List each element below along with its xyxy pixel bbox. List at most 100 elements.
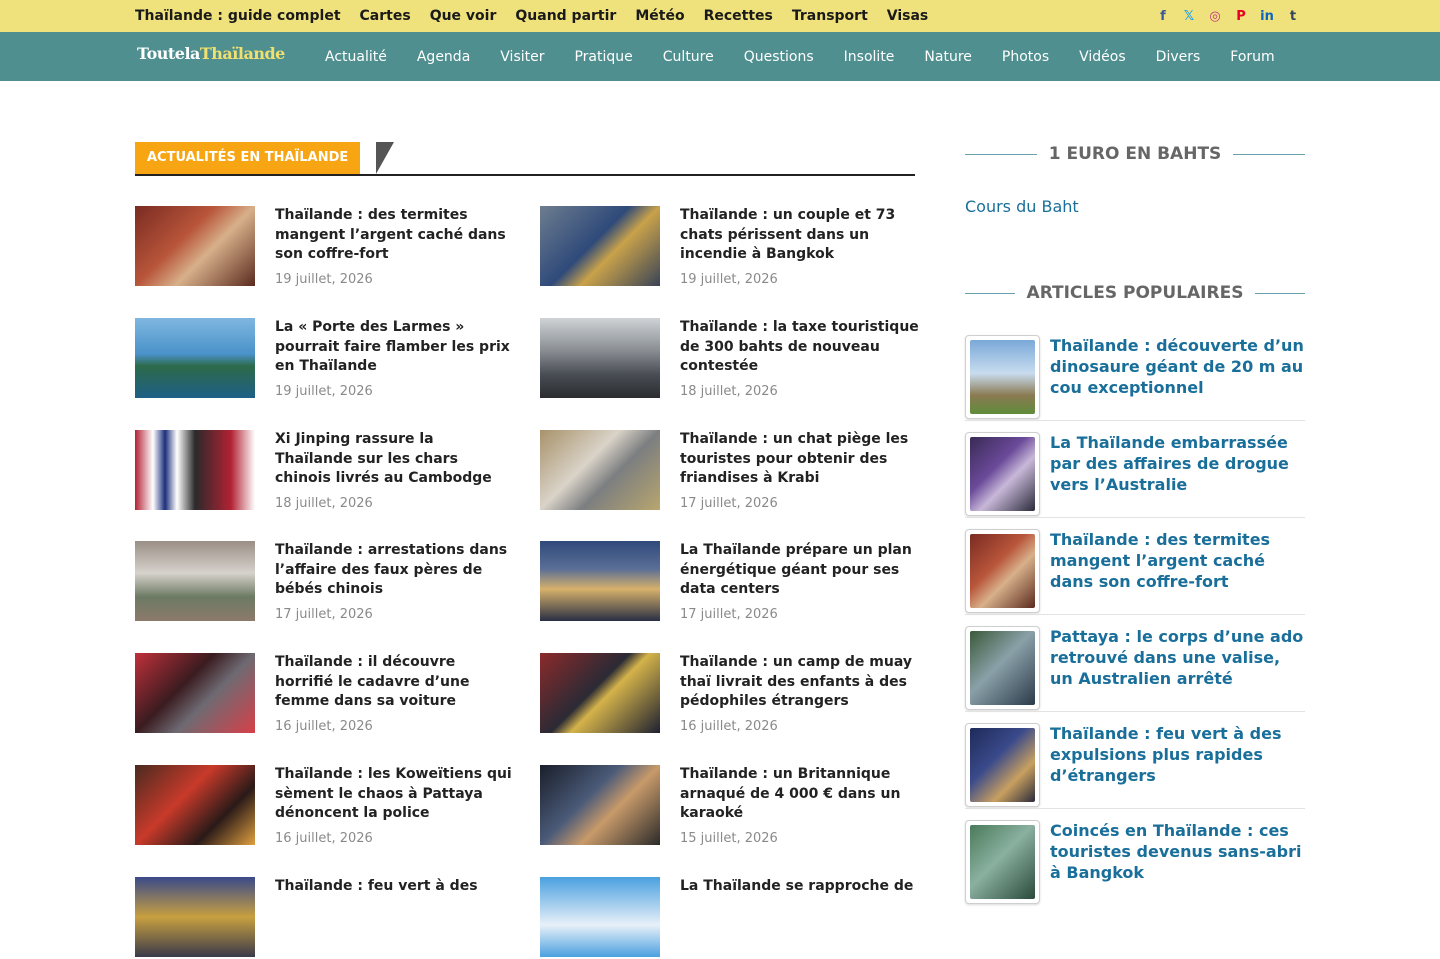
top-link-cartes[interactable]: Cartes bbox=[360, 8, 411, 24]
top-links: Thaïlande : guide complet Cartes Que voi… bbox=[135, 0, 947, 32]
article-thumbnail[interactable] bbox=[540, 206, 660, 286]
article-thumbnail[interactable] bbox=[135, 430, 255, 510]
article-card[interactable]: Thaïlande : arrestations dans l’affaire … bbox=[135, 541, 515, 623]
article-card[interactable]: Thaïlande : la taxe touristique de 300 b… bbox=[540, 318, 920, 400]
article-card[interactable]: Thaïlande : il découvre horrifié le cada… bbox=[135, 653, 515, 735]
article-card[interactable]: Thaïlande : un camp de muay thaï livrait… bbox=[540, 653, 920, 735]
article-date: 16 juillet, 2026 bbox=[275, 831, 373, 846]
article-title[interactable]: La Thaïlande prépare un plan énergétique… bbox=[680, 541, 920, 600]
nav-item-insolite[interactable]: Insolite bbox=[829, 49, 910, 65]
nav-item-videos[interactable]: Vidéos bbox=[1064, 49, 1141, 65]
article-title[interactable]: Thaïlande : la taxe touristique de 300 b… bbox=[680, 318, 920, 377]
popular-item[interactable]: Pattaya : le corps d’une ado retrouvé da… bbox=[965, 626, 1305, 723]
popular-divider bbox=[965, 517, 1305, 518]
popular-title[interactable]: Pattaya : le corps d’une ado retrouvé da… bbox=[1050, 626, 1308, 689]
article-thumbnail[interactable] bbox=[135, 877, 255, 957]
article-card[interactable]: Thaïlande : feu vert à des bbox=[135, 877, 515, 959]
popular-item[interactable]: Thaïlande : des termites mangent l’argen… bbox=[965, 529, 1305, 626]
popular-title[interactable]: Thaïlande : feu vert à des expulsions pl… bbox=[1050, 723, 1308, 786]
popular-title[interactable]: Thaïlande : découverte d’un dinosaure gé… bbox=[1050, 335, 1308, 398]
article-card[interactable]: Thaïlande : un couple et 73 chats périss… bbox=[540, 206, 920, 288]
facebook-icon[interactable]: f bbox=[1150, 9, 1176, 24]
article-thumbnail[interactable] bbox=[540, 541, 660, 621]
top-link-que-voir[interactable]: Que voir bbox=[430, 8, 497, 24]
article-title[interactable]: Xi Jinping rassure la Thaïlande sur les … bbox=[275, 430, 515, 489]
article-title[interactable]: Thaïlande : un Britannique arnaqué de 4 … bbox=[680, 765, 920, 824]
site-logo[interactable]: ToutelaThaïlande bbox=[137, 44, 285, 63]
article-title[interactable]: Thaïlande : feu vert à des bbox=[275, 877, 515, 897]
article-thumbnail[interactable] bbox=[540, 877, 660, 957]
article-thumbnail[interactable] bbox=[135, 541, 255, 621]
article-thumbnail[interactable] bbox=[540, 318, 660, 398]
article-title[interactable]: Thaïlande : les Koweïtiens qui sèment le… bbox=[275, 765, 515, 824]
article-title[interactable]: Thaïlande : un chat piège les touristes … bbox=[680, 430, 920, 489]
article-date: 18 juillet, 2026 bbox=[275, 496, 373, 511]
popular-item[interactable]: La Thaïlande embarrassée par des affaire… bbox=[965, 432, 1305, 529]
nav-item-photos[interactable]: Photos bbox=[987, 49, 1064, 65]
top-link-recettes[interactable]: Recettes bbox=[704, 8, 773, 24]
top-link-transport[interactable]: Transport bbox=[792, 8, 868, 24]
article-thumbnail[interactable] bbox=[135, 765, 255, 845]
article-thumbnail[interactable] bbox=[540, 430, 660, 510]
top-link-guide[interactable]: Thaïlande : guide complet bbox=[135, 8, 341, 24]
nav-item-visiter[interactable]: Visiter bbox=[485, 49, 559, 65]
article-thumbnail[interactable] bbox=[135, 653, 255, 733]
article-card[interactable]: Thaïlande : un chat piège les touristes … bbox=[540, 430, 920, 512]
baht-rate-link[interactable]: Cours du Baht bbox=[965, 197, 1079, 216]
article-card[interactable]: Xi Jinping rassure la Thaïlande sur les … bbox=[135, 430, 515, 512]
x-icon[interactable]: 𝕏 bbox=[1176, 9, 1202, 24]
nav-item-agenda[interactable]: Agenda bbox=[402, 49, 485, 65]
popular-thumbnail[interactable] bbox=[965, 432, 1040, 516]
nav-item-nature[interactable]: Nature bbox=[909, 49, 986, 65]
article-title[interactable]: Thaïlande : des termites mangent l’argen… bbox=[275, 206, 515, 265]
popular-title[interactable]: La Thaïlande embarrassée par des affaire… bbox=[1050, 432, 1308, 495]
popular-heading-text: ARTICLES POPULAIRES bbox=[1026, 283, 1244, 303]
nav-item-culture[interactable]: Culture bbox=[648, 49, 729, 65]
popular-title[interactable]: Thaïlande : des termites mangent l’argen… bbox=[1050, 529, 1308, 592]
article-card[interactable]: Thaïlande : des termites mangent l’argen… bbox=[135, 206, 515, 288]
article-title[interactable]: Thaïlande : arrestations dans l’affaire … bbox=[275, 541, 515, 600]
nav-item-actualite[interactable]: Actualité bbox=[310, 49, 402, 65]
top-link-meteo[interactable]: Météo bbox=[635, 8, 684, 24]
article-thumbnail[interactable] bbox=[540, 653, 660, 733]
popular-item[interactable]: Thaïlande : découverte d’un dinosaure gé… bbox=[965, 335, 1305, 432]
euro-heading: 1 EURO EN BAHTS bbox=[965, 142, 1306, 166]
article-date: 19 juillet, 2026 bbox=[275, 272, 373, 287]
article-thumbnail[interactable] bbox=[540, 765, 660, 845]
popular-thumbnail[interactable] bbox=[965, 626, 1040, 710]
instagram-icon[interactable]: ◎ bbox=[1202, 9, 1228, 24]
section-title-corner bbox=[376, 142, 394, 174]
article-card[interactable]: Thaïlande : les Koweïtiens qui sèment le… bbox=[135, 765, 515, 847]
article-thumbnail[interactable] bbox=[135, 206, 255, 286]
article-card[interactable]: La Thaïlande se rapproche de bbox=[540, 877, 920, 959]
pinterest-icon[interactable]: P bbox=[1228, 9, 1254, 24]
nav-item-divers[interactable]: Divers bbox=[1141, 49, 1216, 65]
popular-thumbnail[interactable] bbox=[965, 820, 1040, 904]
popular-divider bbox=[965, 808, 1305, 809]
section-header: ACTUALITÉS EN THAÏLANDE bbox=[135, 142, 915, 176]
article-date: 17 juillet, 2026 bbox=[680, 607, 778, 622]
article-thumbnail[interactable] bbox=[135, 318, 255, 398]
top-link-quand-partir[interactable]: Quand partir bbox=[515, 8, 616, 24]
article-card[interactable]: La Thaïlande prépare un plan énergétique… bbox=[540, 541, 920, 623]
article-card[interactable]: La « Porte des Larmes » pourrait faire f… bbox=[135, 318, 515, 400]
article-title[interactable]: Thaïlande : un couple et 73 chats périss… bbox=[680, 206, 920, 265]
nav-menu: Actualité Agenda Visiter Pratique Cultur… bbox=[310, 32, 1290, 81]
nav-item-questions[interactable]: Questions bbox=[729, 49, 829, 65]
tumblr-icon[interactable]: t bbox=[1280, 9, 1306, 24]
popular-item[interactable]: Thaïlande : feu vert à des expulsions pl… bbox=[965, 723, 1305, 820]
article-title[interactable]: Thaïlande : un camp de muay thaï livrait… bbox=[680, 653, 920, 712]
article-title[interactable]: La Thaïlande se rapproche de bbox=[680, 877, 920, 897]
linkedin-icon[interactable]: in bbox=[1254, 9, 1280, 24]
popular-item[interactable]: Coincés en Thaïlande : ces touristes dev… bbox=[965, 820, 1305, 917]
nav-item-forum[interactable]: Forum bbox=[1215, 49, 1289, 65]
top-link-visas[interactable]: Visas bbox=[887, 8, 929, 24]
article-card[interactable]: Thaïlande : un Britannique arnaqué de 4 … bbox=[540, 765, 920, 847]
article-title[interactable]: La « Porte des Larmes » pourrait faire f… bbox=[275, 318, 515, 377]
article-title[interactable]: Thaïlande : il découvre horrifié le cada… bbox=[275, 653, 515, 712]
popular-thumbnail[interactable] bbox=[965, 723, 1040, 807]
popular-thumbnail[interactable] bbox=[965, 529, 1040, 613]
popular-title[interactable]: Coincés en Thaïlande : ces touristes dev… bbox=[1050, 820, 1308, 883]
popular-thumbnail[interactable] bbox=[965, 335, 1040, 419]
nav-item-pratique[interactable]: Pratique bbox=[559, 49, 647, 65]
